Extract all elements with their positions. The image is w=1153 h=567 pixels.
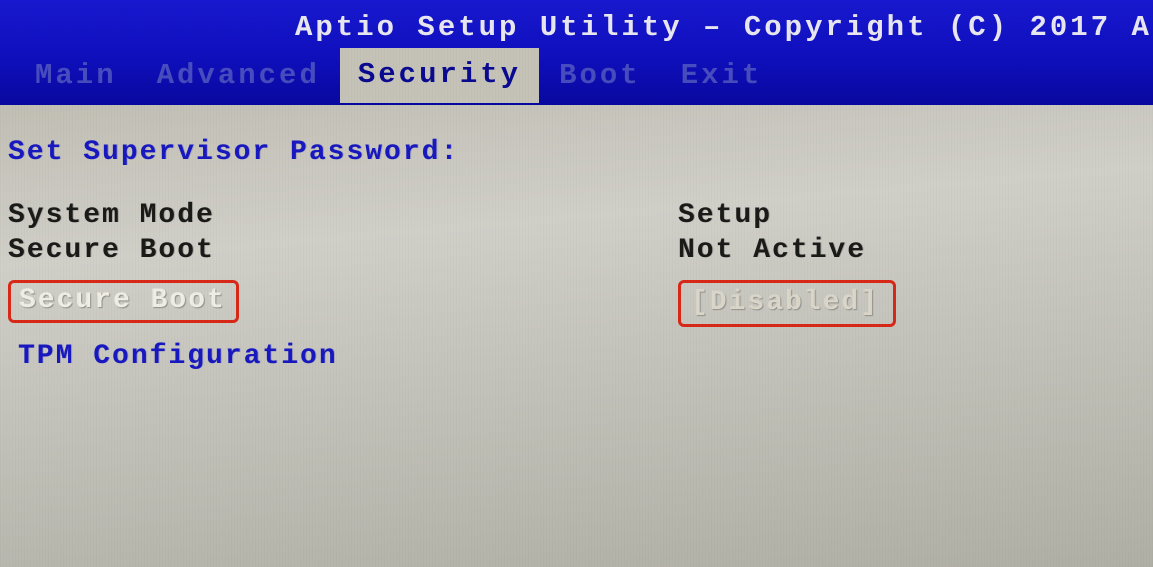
- set-supervisor-password-label: Set Supervisor Password:: [0, 137, 678, 168]
- tab-advanced[interactable]: Advanced: [137, 51, 340, 100]
- secure-boot-state-row: Secure Boot Not Active: [0, 233, 1153, 268]
- secure-boot-state-value: Not Active: [678, 235, 1153, 266]
- bios-title: Aptio Setup Utility – Copyright (C) 2017…: [0, 8, 1153, 48]
- secure-boot-option-value-cell[interactable]: [Disabled]: [678, 280, 1153, 327]
- tab-main[interactable]: Main: [15, 51, 137, 100]
- tab-boot[interactable]: Boot: [539, 51, 661, 100]
- bios-header: Aptio Setup Utility – Copyright (C) 2017…: [0, 0, 1153, 105]
- security-panel: Set Supervisor Password: System Mode Set…: [0, 105, 1153, 374]
- tpm-configuration-label: TPM Configuration: [0, 341, 678, 372]
- system-mode-value: Setup: [678, 200, 1153, 231]
- system-mode-label: System Mode: [0, 200, 678, 231]
- spacer: [0, 329, 1153, 339]
- menu-tabs: Main Advanced Security Boot Exit: [0, 48, 1153, 103]
- tab-exit[interactable]: Exit: [661, 51, 783, 100]
- tpm-configuration-item[interactable]: TPM Configuration: [0, 339, 1153, 374]
- spacer: [0, 268, 1153, 278]
- highlight-annotation: Secure Boot: [8, 280, 239, 323]
- secure-boot-option-label: Secure Boot: [19, 285, 226, 316]
- highlight-annotation: [Disabled]: [678, 280, 896, 327]
- secure-boot-option-label-cell: Secure Boot: [0, 280, 678, 327]
- secure-boot-option-row[interactable]: Secure Boot [Disabled]: [0, 278, 1153, 329]
- set-supervisor-password-item[interactable]: Set Supervisor Password:: [0, 135, 1153, 170]
- secure-boot-option-value: [Disabled]: [691, 287, 879, 318]
- system-mode-row: System Mode Setup: [0, 198, 1153, 233]
- tab-security[interactable]: Security: [340, 48, 539, 103]
- secure-boot-state-label: Secure Boot: [0, 235, 678, 266]
- spacer: [0, 170, 1153, 198]
